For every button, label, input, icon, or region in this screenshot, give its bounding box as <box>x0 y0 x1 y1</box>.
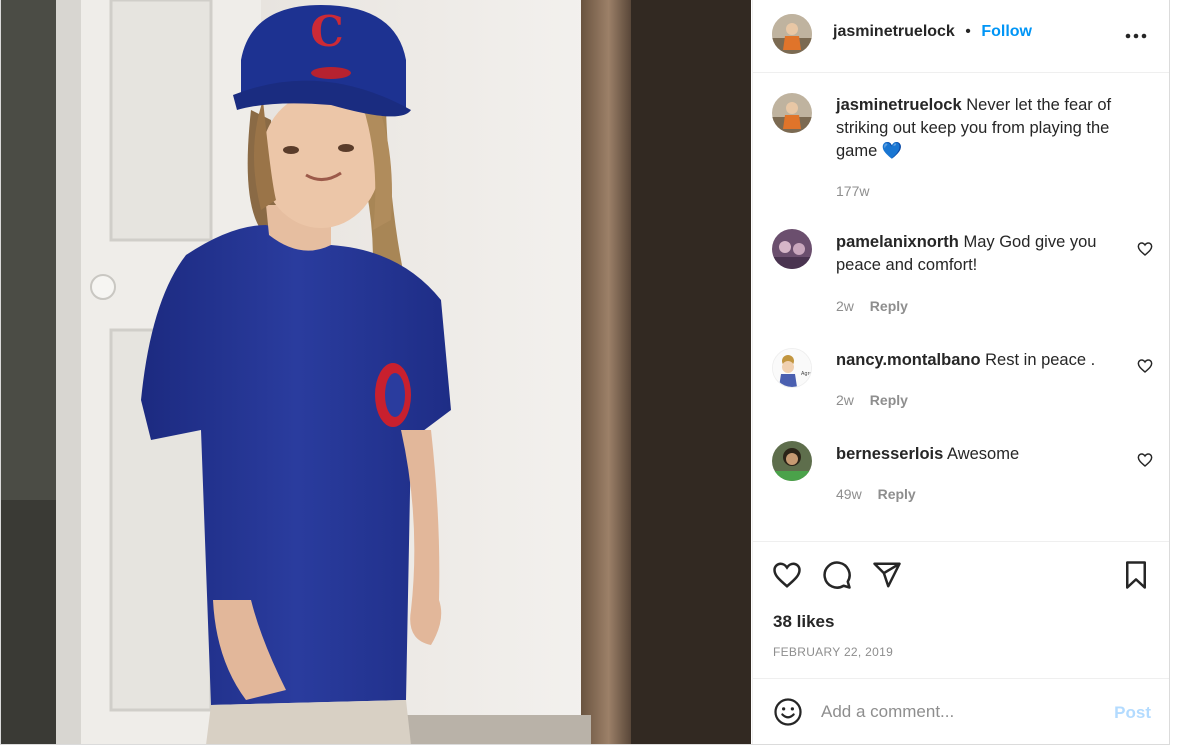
photo-image: C <box>1 0 751 744</box>
separator-dot: • <box>965 23 971 40</box>
comment: bernesserlois Awesome <box>836 443 1136 466</box>
comment-username[interactable]: bernesserlois <box>836 445 943 463</box>
comment-avatar-image <box>772 229 812 269</box>
comment: nancy.montalbano Rest in peace . <box>836 349 1136 372</box>
comment: pamelanixnorth May God give you peace an… <box>836 231 1136 277</box>
comment-icon[interactable] <box>822 560 852 590</box>
post-date: FEBRUARY 22, 2019 <box>773 645 894 659</box>
comment-meta: 49w Reply <box>836 486 916 502</box>
comment-avatar[interactable]: Agreed <box>772 348 812 388</box>
header-user-row: jasminetruelock • Follow <box>833 23 1032 41</box>
comment-avatar[interactable] <box>772 229 812 269</box>
like-icon[interactable] <box>772 560 802 590</box>
author-avatar-image <box>772 14 812 54</box>
caption-username[interactable]: jasminetruelock <box>836 96 962 114</box>
caption-meta: 177w <box>836 183 869 199</box>
svg-text:C: C <box>310 7 343 56</box>
comment-like-icon[interactable] <box>1137 358 1153 374</box>
likes-count[interactable]: 38 likes <box>773 612 834 632</box>
bookmark-icon[interactable] <box>1121 560 1151 590</box>
comment-age: 2w <box>836 392 854 408</box>
comment-like-icon[interactable] <box>1137 452 1153 468</box>
share-icon[interactable] <box>872 560 902 590</box>
caption-avatar-image <box>772 93 812 133</box>
reply-button[interactable]: Reply <box>878 486 916 502</box>
comment-age: 49w <box>836 486 862 502</box>
post-dialog: C jasminetruelock • Follow jasminetruelo… <box>0 0 1170 745</box>
emoji-icon[interactable] <box>773 697 803 727</box>
comment-username[interactable]: nancy.montalbano <box>836 351 981 369</box>
more-options-icon[interactable] <box>1125 22 1147 45</box>
post-photo[interactable]: C <box>1 0 751 744</box>
author-username[interactable]: jasminetruelock <box>833 23 955 40</box>
svg-text:Agreed: Agreed <box>801 371 812 377</box>
caption-age: 177w <box>836 183 870 199</box>
comment-avatar-image <box>772 441 812 481</box>
add-comment-bar: Post <box>753 678 1169 744</box>
comment-meta: 2w Reply <box>836 298 908 314</box>
comments-list[interactable]: jasminetruelock Never let the fear of st… <box>753 73 1169 539</box>
reply-button[interactable]: Reply <box>870 298 908 314</box>
comment-username[interactable]: pamelanixnorth <box>836 233 959 251</box>
comment-age: 2w <box>836 298 854 314</box>
comment-avatar[interactable] <box>772 441 812 481</box>
comment-input[interactable] <box>821 699 1101 725</box>
comment-text: Awesome <box>947 445 1020 463</box>
post-comment-button[interactable]: Post <box>1114 703 1151 723</box>
comment-avatar-image: Agreed <box>773 349 812 387</box>
reply-button[interactable]: Reply <box>870 392 908 408</box>
comment-text: Rest in peace . <box>985 351 1096 369</box>
post-sidebar: jasminetruelock • Follow jasminetruelock <box>752 0 1169 744</box>
blue-heart-emoji: 💙 <box>881 142 903 160</box>
post-header: jasminetruelock • Follow <box>753 0 1169 73</box>
caption-avatar[interactable] <box>772 93 812 133</box>
caption: jasminetruelock Never let the fear of st… <box>836 94 1136 163</box>
post-actions: 38 likes FEBRUARY 22, 2019 <box>753 541 1169 679</box>
comment-like-icon[interactable] <box>1137 241 1153 257</box>
comment-meta: 2w Reply <box>836 392 908 408</box>
follow-button[interactable]: Follow <box>981 23 1032 40</box>
author-avatar[interactable] <box>772 14 812 54</box>
